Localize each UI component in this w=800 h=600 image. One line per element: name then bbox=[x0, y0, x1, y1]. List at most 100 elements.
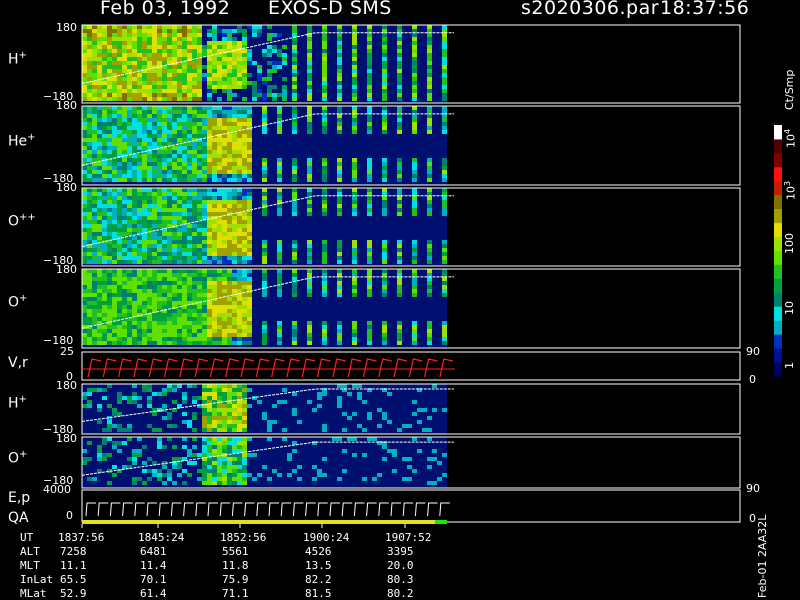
spectrogram-cell bbox=[307, 204, 312, 208]
spectrogram-cell bbox=[107, 200, 112, 204]
spectrogram-cell bbox=[292, 114, 297, 118]
spectrogram-cell bbox=[442, 285, 447, 289]
spectrogram-cell bbox=[237, 309, 242, 313]
spectrogram-cell bbox=[82, 341, 87, 345]
spectrogram-cell bbox=[92, 273, 97, 277]
spectrogram-cell bbox=[307, 200, 312, 204]
spectrogram-cell bbox=[262, 412, 267, 416]
spectrogram-cell bbox=[117, 392, 122, 396]
spectrogram-cell bbox=[142, 289, 147, 293]
spectrogram-cell bbox=[177, 252, 182, 256]
spectrogram-cell bbox=[192, 260, 197, 264]
spectrogram-cell bbox=[337, 396, 342, 400]
spectrogram-cell bbox=[177, 232, 182, 236]
spectrogram-cell bbox=[172, 208, 177, 212]
spectrogram-cell bbox=[232, 285, 237, 289]
spectrogram-cell bbox=[182, 41, 187, 45]
spectrogram-cell bbox=[117, 29, 122, 33]
spectrogram-cell bbox=[222, 305, 227, 309]
spectrogram-cell bbox=[247, 388, 252, 392]
spectrogram-cell bbox=[242, 166, 247, 170]
spectrogram-cell bbox=[167, 305, 172, 309]
spectrogram-cell bbox=[197, 333, 202, 337]
spectrogram-cell bbox=[157, 200, 162, 204]
spectrogram-cell bbox=[167, 277, 172, 281]
spectrogram-cell bbox=[97, 89, 102, 93]
spectrogram-cell bbox=[142, 122, 147, 126]
panel-label-qa: QA bbox=[8, 510, 29, 526]
spectrogram-cell bbox=[107, 333, 112, 337]
spectrogram-cell bbox=[157, 41, 162, 45]
spectrogram-cell bbox=[102, 57, 107, 61]
spectrogram-cell bbox=[147, 384, 152, 388]
spectrogram-cell bbox=[292, 53, 297, 57]
spectrogram-cell bbox=[202, 228, 207, 232]
spectrogram-cell bbox=[257, 25, 262, 29]
spectrogram-cell bbox=[307, 110, 312, 114]
spectrogram-cell bbox=[112, 162, 117, 166]
spectrogram-cell bbox=[132, 329, 137, 333]
spectrogram-cell bbox=[237, 325, 242, 329]
spectrogram-cell bbox=[82, 392, 87, 396]
spectrogram-cell bbox=[222, 65, 227, 69]
spectrogram-cell bbox=[387, 449, 392, 453]
spectrogram-cell bbox=[92, 333, 97, 337]
spectrogram-cell bbox=[247, 341, 252, 345]
spectrogram-cell bbox=[322, 89, 327, 93]
spectrogram-cell bbox=[152, 37, 157, 41]
spectrogram-cell bbox=[177, 188, 182, 192]
spectrogram-cell bbox=[82, 158, 87, 162]
spectrogram-cell bbox=[97, 154, 102, 158]
spectrogram-cell bbox=[217, 305, 222, 309]
spectrogram-cell bbox=[442, 208, 447, 212]
spectrogram-cell bbox=[182, 313, 187, 317]
y-tick-max: 4000 bbox=[43, 483, 71, 496]
orbit-cell: 11.4 bbox=[140, 559, 167, 572]
spectrogram-cell bbox=[232, 126, 237, 130]
spectrogram-cell bbox=[172, 384, 177, 388]
spectrogram-cell bbox=[352, 208, 357, 212]
spectrogram-cell bbox=[117, 174, 122, 178]
spectrogram-cell bbox=[162, 122, 167, 126]
spectrogram-cell bbox=[292, 260, 297, 264]
spectrogram-cell bbox=[252, 33, 257, 37]
panel-label-vr: V,r bbox=[8, 355, 28, 371]
spectrogram-cell bbox=[242, 158, 247, 162]
spectrogram-cell bbox=[307, 240, 312, 244]
spectrogram-cell bbox=[237, 208, 242, 212]
spectrogram-cell bbox=[427, 285, 432, 289]
spectrogram-cell bbox=[222, 166, 227, 170]
spectrogram-cell bbox=[197, 277, 202, 281]
spectrogram-cell bbox=[207, 162, 212, 166]
spectrogram-cell bbox=[227, 473, 232, 477]
spectrogram-cell bbox=[122, 269, 127, 273]
spectrogram-cell bbox=[182, 126, 187, 130]
spectrogram-cell bbox=[142, 200, 147, 204]
spectrogram-cell bbox=[202, 248, 207, 252]
spectrogram-cell bbox=[102, 236, 107, 240]
spectrogram-cell bbox=[442, 188, 447, 192]
spectrogram-cell bbox=[167, 228, 172, 232]
spectrogram-cell bbox=[117, 45, 122, 49]
spectrogram-cell bbox=[102, 93, 107, 97]
spectrogram-cell bbox=[232, 337, 237, 341]
spectrogram-cell bbox=[172, 204, 177, 208]
spectrogram-cell bbox=[232, 57, 237, 61]
spectrogram-cell bbox=[207, 396, 212, 400]
spectrogram-cell bbox=[237, 162, 242, 166]
spectrogram-cell bbox=[227, 29, 232, 33]
spectrogram-cell bbox=[237, 301, 242, 305]
spectrogram-cell bbox=[172, 269, 177, 273]
spectrogram-cell bbox=[172, 248, 177, 252]
spectrogram-cell bbox=[352, 212, 357, 216]
spectrogram-cell bbox=[112, 126, 117, 130]
spectrogram-cell bbox=[167, 45, 172, 49]
spectrogram-cell bbox=[197, 126, 202, 130]
spectrogram-cell bbox=[277, 321, 282, 325]
spectrogram-cell bbox=[107, 204, 112, 208]
spectrogram-cell bbox=[407, 424, 412, 428]
spectrogram-cell bbox=[182, 248, 187, 252]
spectrogram-cell bbox=[152, 41, 157, 45]
spectrogram-cell bbox=[217, 200, 222, 204]
spectrogram-cell bbox=[337, 25, 342, 29]
